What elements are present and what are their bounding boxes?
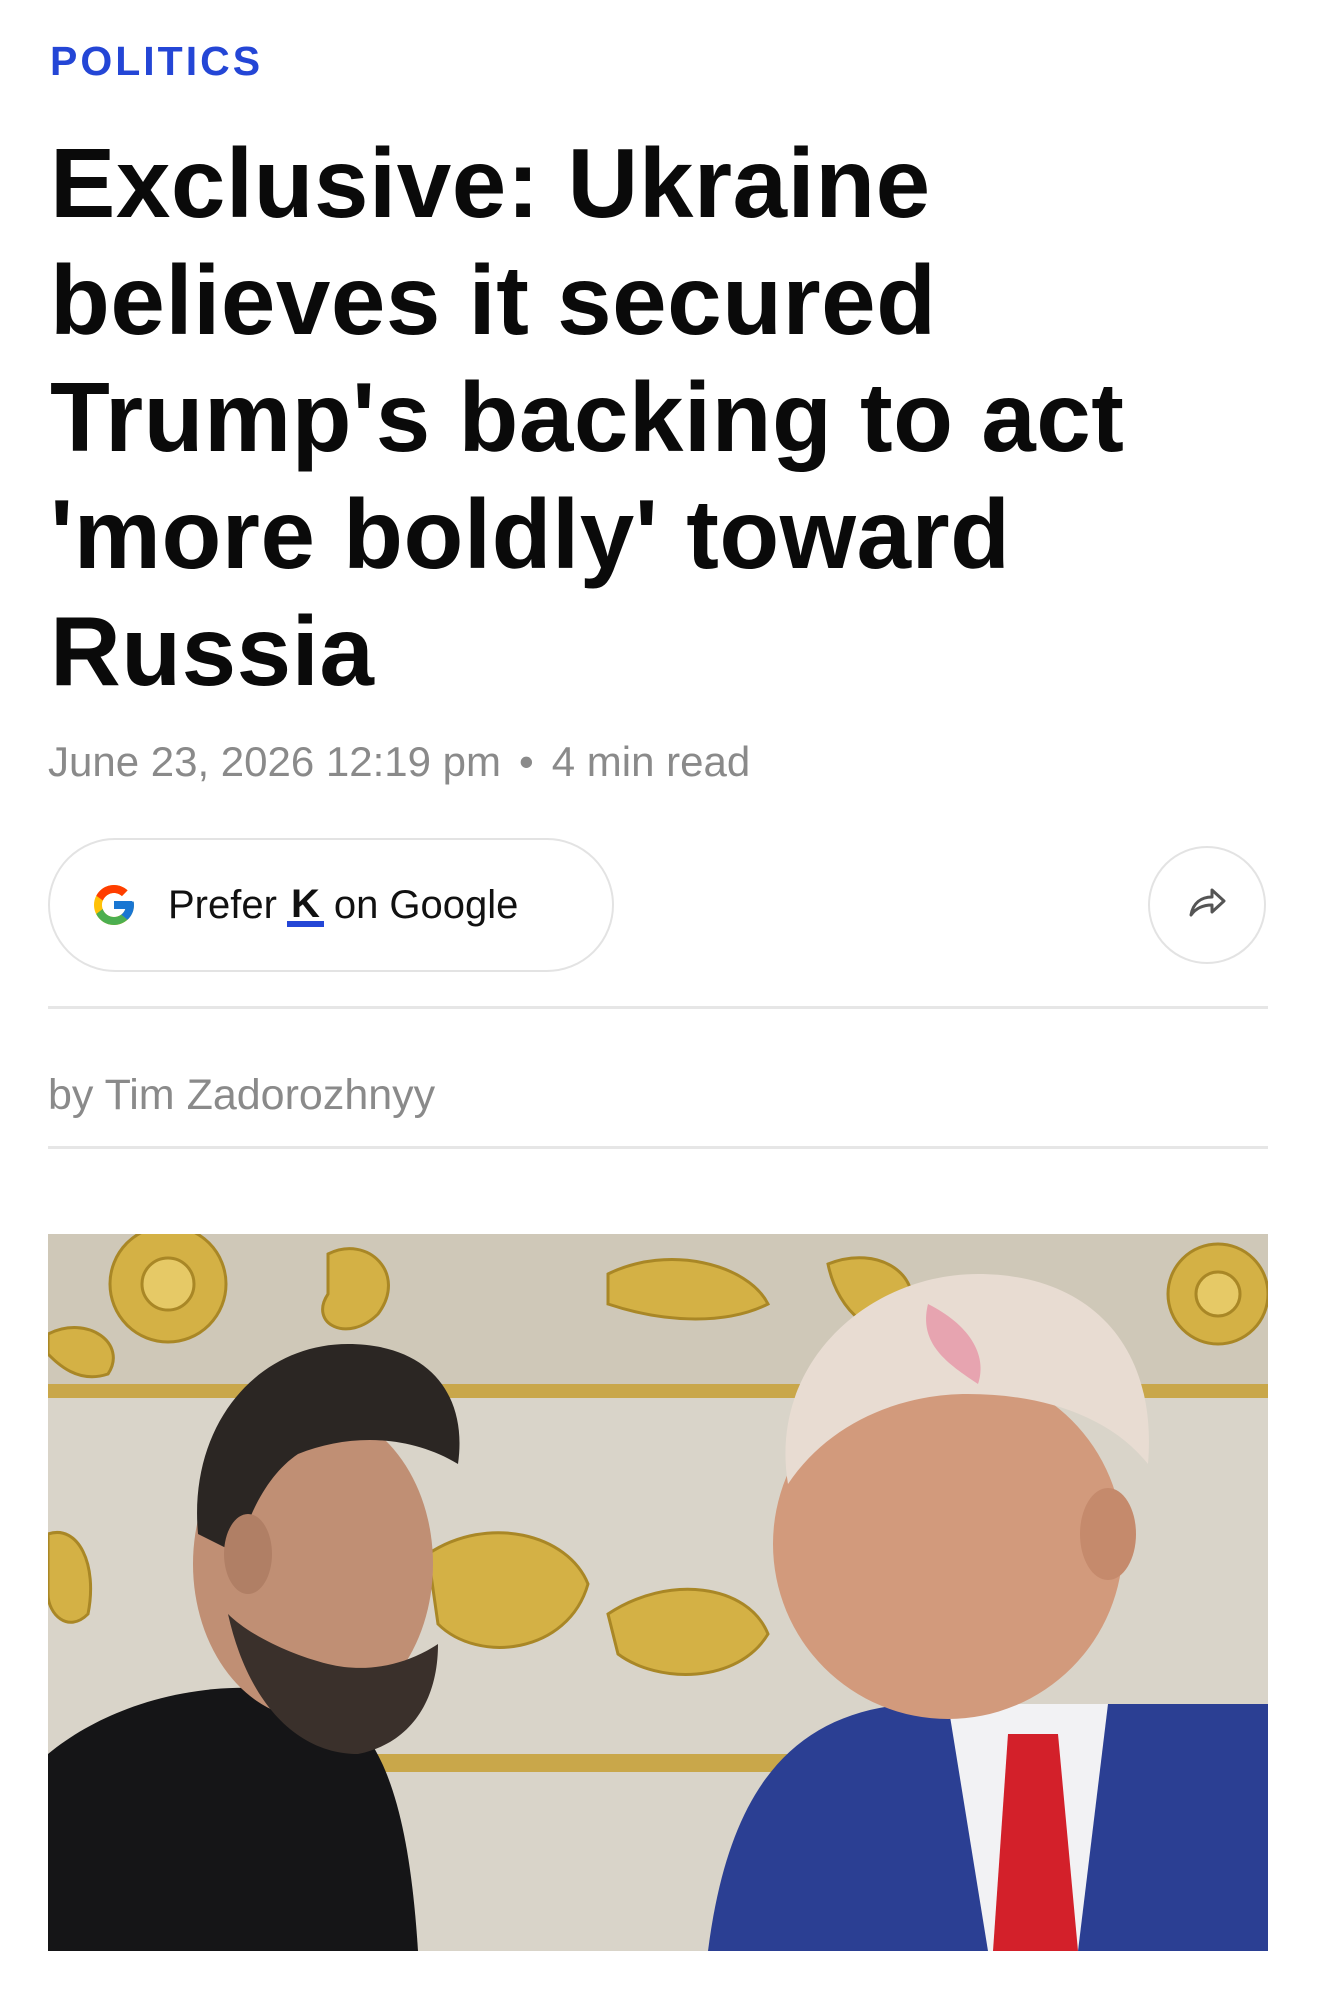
publisher-logo: K [286, 882, 324, 929]
share-arrow-icon [1185, 881, 1229, 930]
author-byline[interactable]: by Tim Zadorozhnyy [48, 1068, 435, 1122]
divider [48, 1146, 1268, 1149]
prefer-label: Prefer [168, 882, 277, 927]
article-meta: June 23, 2026 12:19 pm • 4 min read [48, 736, 750, 788]
meta-separator: • [519, 738, 534, 785]
google-g-icon [90, 881, 138, 929]
prefer-on-google-button[interactable]: Prefer K on Google [48, 838, 614, 972]
read-time: 4 min read [551, 738, 751, 785]
share-button[interactable] [1148, 846, 1266, 964]
article-headline: Exclusive: Ukraine believes it secured T… [50, 128, 1125, 706]
article-hero-image [48, 1234, 1268, 1951]
section-label[interactable]: POLITICS [50, 36, 263, 86]
divider [48, 1006, 1268, 1009]
publish-date: June 23, 2026 12:19 pm [48, 738, 502, 785]
on-google-label: on Google [333, 882, 519, 927]
